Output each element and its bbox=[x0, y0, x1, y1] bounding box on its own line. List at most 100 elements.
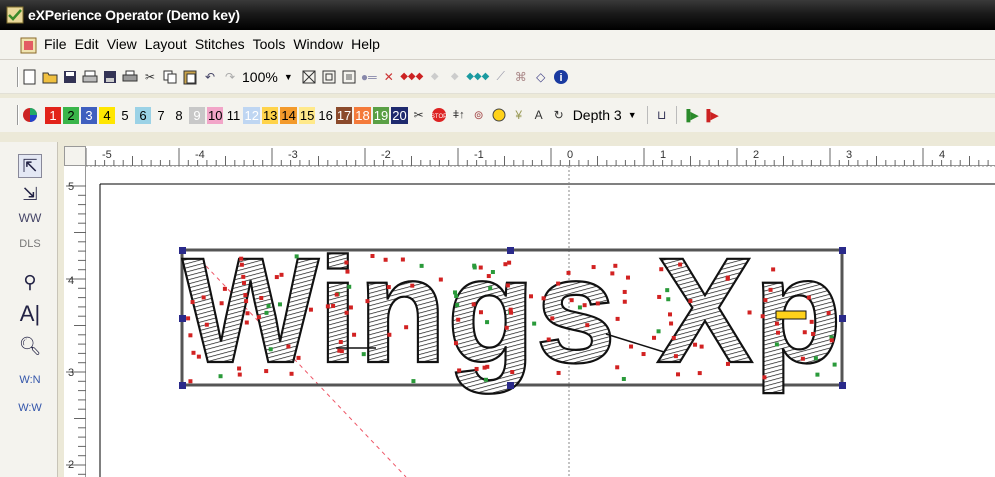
zoom-level[interactable]: 100% bbox=[242, 69, 278, 85]
measure-icon[interactable]: ⟋ bbox=[493, 69, 509, 85]
save-icon[interactable] bbox=[62, 69, 78, 85]
first-stitch-icon[interactable]: ◆◆◆ bbox=[400, 69, 423, 85]
resize-handle[interactable] bbox=[839, 315, 846, 322]
stitch-tool-b-icon[interactable]: W:W bbox=[18, 396, 42, 420]
trim-icon[interactable]: ✂ bbox=[411, 107, 427, 123]
tie-in-icon[interactable]: ǂ↑ bbox=[451, 107, 467, 123]
color-chip-4[interactable]: 4 bbox=[99, 106, 115, 124]
stitch-node bbox=[478, 310, 483, 315]
menu-help[interactable]: Help bbox=[351, 36, 380, 52]
toolbar-grip[interactable] bbox=[17, 66, 19, 87]
color-chip-20[interactable]: 20 bbox=[391, 106, 408, 124]
menu-tools[interactable]: Tools bbox=[253, 36, 286, 52]
resize-handle[interactable] bbox=[507, 382, 514, 389]
menu-layout[interactable]: Layout bbox=[145, 36, 187, 52]
color-chip-9[interactable]: 9 bbox=[189, 106, 205, 124]
node-select-icon[interactable]: ⇲ bbox=[18, 182, 42, 206]
color-chip-5[interactable]: 5 bbox=[117, 106, 133, 124]
menu-file[interactable]: File bbox=[44, 36, 67, 52]
play-green-icon[interactable]: ▐▶ bbox=[683, 107, 699, 123]
menu-view[interactable]: View bbox=[107, 36, 137, 52]
color-chip-8[interactable]: 8 bbox=[171, 106, 187, 124]
hide-stitches-icon[interactable]: ✕ bbox=[381, 69, 397, 85]
zoom-tool-icon[interactable]: 🔍︎ bbox=[18, 334, 42, 358]
stitch-node bbox=[641, 352, 646, 357]
needle-icon[interactable]: ¥ bbox=[511, 107, 527, 123]
stop-icon[interactable]: STOP bbox=[431, 107, 447, 123]
paste-icon[interactable] bbox=[182, 69, 198, 85]
depth-selector[interactable]: Depth 3 bbox=[573, 107, 622, 123]
resize-handle[interactable] bbox=[839, 382, 846, 389]
stitch-select-icon[interactable]: WW bbox=[18, 206, 42, 230]
select-arrow-icon[interactable]: ⇱ bbox=[18, 154, 42, 178]
document-icon[interactable] bbox=[20, 37, 37, 54]
menu-edit[interactable]: Edit bbox=[75, 36, 99, 52]
speed-icon[interactable] bbox=[491, 107, 507, 123]
resize-handle[interactable] bbox=[179, 315, 186, 322]
stitch-node bbox=[386, 285, 391, 290]
color-chip-2[interactable]: 2 bbox=[63, 106, 79, 124]
resize-handle[interactable] bbox=[839, 247, 846, 254]
copy-icon[interactable] bbox=[162, 69, 178, 85]
menu-stitches[interactable]: Stitches bbox=[195, 36, 245, 52]
color-chip-7[interactable]: 7 bbox=[153, 106, 169, 124]
embroidery-canvas[interactable]: Wings Xp bbox=[86, 166, 995, 477]
color-chip-14[interactable]: 14 bbox=[280, 106, 297, 124]
resize-handle[interactable] bbox=[507, 247, 514, 254]
previous-stitch-icon[interactable]: ◆ bbox=[427, 69, 443, 85]
horizontal-ruler: -5 -4 -3 -2 -1 0 1 2 3 4 bbox=[64, 146, 995, 166]
dls-tool-icon[interactable]: DLS bbox=[18, 232, 42, 256]
next-stitch-icon[interactable]: ◆ bbox=[447, 69, 463, 85]
stitch-node bbox=[337, 348, 342, 353]
color-palette-icon[interactable] bbox=[22, 107, 38, 123]
menu-window[interactable]: Window bbox=[293, 36, 343, 52]
info-icon[interactable]: i bbox=[553, 69, 569, 85]
frame-out-icon[interactable]: ⊚ bbox=[471, 107, 487, 123]
refresh-icon[interactable]: ↻ bbox=[551, 107, 567, 123]
color-chip-18[interactable]: 18 bbox=[354, 106, 371, 124]
show-stitches-icon[interactable]: ●═ bbox=[361, 69, 377, 85]
color-chip-10[interactable]: 10 bbox=[207, 106, 224, 124]
undo-icon[interactable]: ↶ bbox=[202, 69, 218, 85]
resize-handle[interactable] bbox=[179, 247, 186, 254]
text-insert-icon[interactable]: A| bbox=[18, 301, 42, 326]
print-preview-icon[interactable] bbox=[82, 69, 98, 85]
color-chip-17[interactable]: 17 bbox=[335, 106, 353, 124]
stitch-tool-a-icon[interactable]: W:N bbox=[18, 368, 42, 392]
play-red-icon[interactable]: ▐▶ bbox=[703, 107, 719, 123]
color-chip-12[interactable]: 12 bbox=[243, 106, 260, 124]
design-canvas[interactable]: Wings Xp bbox=[86, 166, 995, 477]
magnify-shape-icon[interactable]: ⚲ bbox=[18, 270, 42, 294]
stitch-edit-icon[interactable]: ⌘ bbox=[513, 69, 529, 85]
stitch-node bbox=[241, 280, 246, 285]
zoom-dropdown-icon[interactable]: ▼ bbox=[284, 72, 293, 82]
select-shape-icon[interactable]: ◇ bbox=[533, 69, 549, 85]
zoom-page-icon[interactable] bbox=[341, 69, 357, 85]
cut-icon[interactable]: ✂ bbox=[142, 69, 158, 85]
depth-dropdown-icon[interactable]: ▼ bbox=[628, 110, 637, 120]
stitch-node bbox=[289, 371, 294, 376]
color-chip-11[interactable]: 11 bbox=[225, 106, 242, 124]
print-icon[interactable] bbox=[122, 69, 138, 85]
zoom-box-icon[interactable] bbox=[301, 69, 317, 85]
color-chip-13[interactable]: 13 bbox=[261, 106, 279, 124]
save-all-icon[interactable] bbox=[102, 69, 118, 85]
stitch-node bbox=[268, 347, 273, 352]
stitch-node bbox=[239, 262, 244, 267]
color-chip-19[interactable]: 19 bbox=[372, 106, 390, 124]
new-file-icon[interactable] bbox=[22, 69, 38, 85]
color-chip-3[interactable]: 3 bbox=[81, 106, 97, 124]
redo-icon[interactable]: ↷ bbox=[222, 69, 238, 85]
stitch-node bbox=[294, 254, 299, 259]
color-chip-16[interactable]: 16 bbox=[317, 106, 334, 124]
toolbar-grip[interactable] bbox=[17, 105, 19, 125]
open-file-icon[interactable] bbox=[42, 69, 58, 85]
layer-icon[interactable]: ⊔ bbox=[654, 107, 670, 123]
resize-handle[interactable] bbox=[179, 382, 186, 389]
color-chip-6[interactable]: 6 bbox=[135, 106, 151, 124]
forward-stitch-icon[interactable]: ◆◆◆ bbox=[466, 69, 489, 85]
color-chip-15[interactable]: 15 bbox=[298, 106, 316, 124]
text-tool-icon[interactable]: A bbox=[531, 107, 547, 123]
color-chip-1[interactable]: 1 bbox=[45, 106, 61, 124]
zoom-fit-icon[interactable] bbox=[321, 69, 337, 85]
